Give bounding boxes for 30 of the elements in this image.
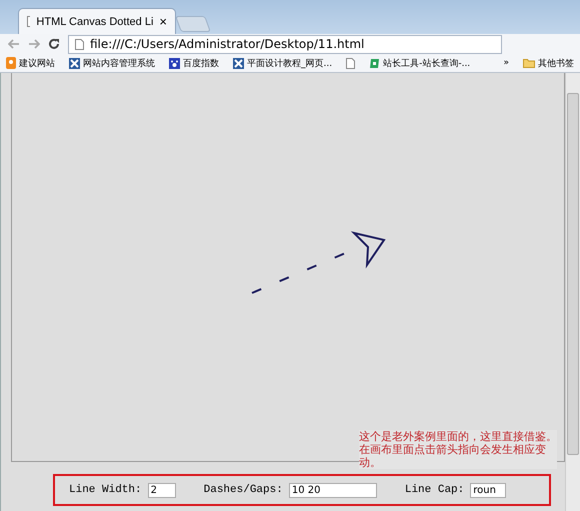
other-bookmarks-folder[interactable]: 其他书签 xyxy=(523,56,574,70)
tab-title: HTML Canvas Dotted Li xyxy=(36,16,154,28)
bookmark[interactable]: 站长工具-站长查询-... xyxy=(369,56,470,70)
new-tab-button[interactable] xyxy=(175,16,211,32)
address-bar[interactable]: file:///C:/Users/Administrator/Desktop/11.html xyxy=(68,34,502,54)
reload-icon[interactable] xyxy=(48,38,60,50)
note-text: 这个是老外案例里面的，这里直接借鉴。在画布里面点击箭头指向会发生相应变动。 xyxy=(359,430,557,469)
close-tab-button[interactable]: × xyxy=(159,14,167,29)
bookmark-icon xyxy=(6,57,16,69)
url-text: file:///C:/Users/Administrator/Desktop/11.html xyxy=(90,37,364,51)
forward-icon[interactable] xyxy=(28,39,40,49)
bookmark-icon xyxy=(233,58,244,68)
browser-tab[interactable]: HTML Canvas Dotted Li × xyxy=(18,8,176,34)
folder-icon xyxy=(523,58,535,68)
bookmark-icon xyxy=(69,58,80,68)
paw-icon xyxy=(169,58,180,68)
control-label: Dashes/Gaps: xyxy=(204,484,283,496)
bookmark[interactable]: 建议网站 xyxy=(6,56,55,70)
bookmark-icon xyxy=(369,58,380,68)
scrollbar-thumb[interactable] xyxy=(567,93,579,455)
back-icon[interactable] xyxy=(8,39,20,49)
line-cap-select[interactable]: roun xyxy=(470,482,506,498)
control-label: Line Width: xyxy=(69,484,142,496)
more-bookmarks-button[interactable]: » xyxy=(503,58,509,68)
line-width-field[interactable]: 2 xyxy=(148,482,176,498)
bookmark[interactable]: 网站内容管理系统 xyxy=(69,56,155,70)
bookmark[interactable]: 平面设计教程_网页... xyxy=(233,56,332,70)
control-label: Line Cap: xyxy=(404,484,464,496)
dashes-field[interactable]: 10 20 xyxy=(288,482,377,498)
bookmark[interactable]: 百度指数 xyxy=(169,56,219,70)
